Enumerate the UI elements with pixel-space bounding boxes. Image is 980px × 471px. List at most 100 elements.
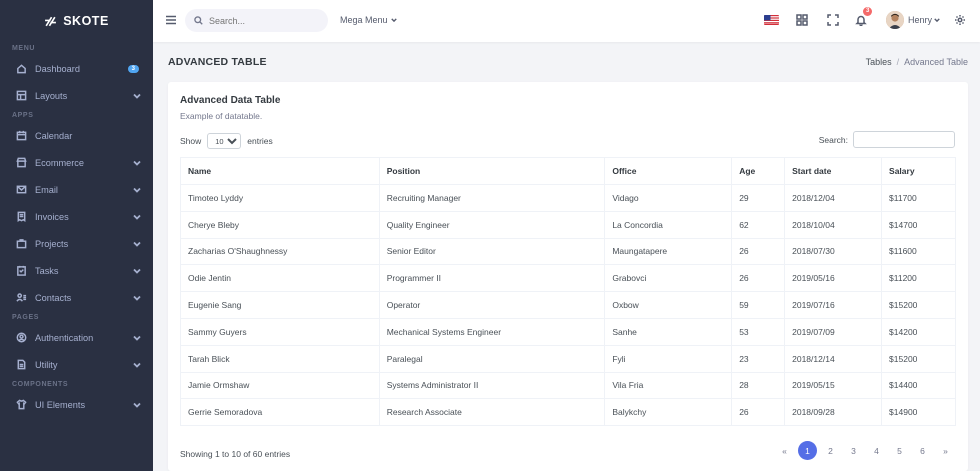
sidebar-item-calendar[interactable]: Calendar (0, 122, 153, 149)
pagination-page[interactable]: 4 (867, 441, 886, 460)
page-title: ADVANCED TABLE (168, 56, 267, 68)
sidebar-item-ui-elements[interactable]: UI Elements (0, 391, 153, 418)
pagination-page[interactable]: 6 (913, 441, 932, 460)
column-header[interactable]: Office (604, 157, 733, 185)
mega-menu-label: Mega Menu (340, 15, 388, 25)
table-cell: Senior Editor (378, 237, 606, 266)
mega-menu-dropdown[interactable]: Mega Menu (340, 15, 397, 25)
search-box[interactable] (185, 9, 328, 32)
pagination-prev[interactable]: « (775, 441, 794, 460)
table-cell: Systems Administrator II (378, 371, 606, 400)
table-cell: $14400 (881, 371, 956, 400)
sidebar-menu: MENU Dashboard 3 Layouts APPS Calendar Ecommer… (0, 42, 153, 418)
pagination-page[interactable]: 1 (798, 441, 817, 460)
apps-grid-icon[interactable] (795, 13, 809, 27)
fullscreen-icon[interactable] (826, 13, 840, 27)
sidebar-item-label: Contacts (35, 292, 72, 303)
sidebar-item-email[interactable]: Email (0, 176, 153, 203)
contacts-icon (16, 292, 27, 303)
user-dropdown[interactable]: Henry (908, 15, 940, 25)
sidebar-item-authentication[interactable]: Authentication (0, 324, 153, 351)
search-input[interactable] (209, 15, 309, 26)
sidebar-section-title: PAGES (12, 314, 39, 321)
sidebar-item-label: Ecommerce (35, 157, 85, 168)
pagination-page[interactable]: 2 (821, 441, 840, 460)
table-cell: $14700 (881, 210, 956, 239)
user-name: Henry (908, 15, 933, 25)
table-cell: Tarah Blick (180, 344, 380, 373)
table-row: Jamie Ormshaw Systems Administrator II Vil… (180, 371, 956, 400)
table-search-input[interactable] (853, 131, 955, 148)
column-header[interactable]: Start date (784, 157, 883, 185)
table-cell: 2019/05/15 (784, 371, 883, 400)
sidebar: SKOTE MENU Dashboard 3 Layouts APPS Calendar E… (0, 0, 153, 471)
table-cell: 53 (731, 317, 786, 346)
table-cell: Sammy Guyers (180, 317, 380, 346)
file-icon (16, 359, 27, 370)
table-cell: Sanhe (604, 317, 733, 346)
sidebar-item-tasks[interactable]: Tasks (0, 257, 153, 284)
column-header[interactable]: Name (180, 157, 380, 185)
table-row: Timoteo Lyddy Recruiting Manager Vidago 29 2… (180, 184, 956, 212)
sidebar-item-projects[interactable]: Projects (0, 230, 153, 257)
table-cell: $15200 (881, 344, 956, 373)
table-cell: Odie Jentin (180, 264, 380, 293)
table-cell: Operator (378, 291, 606, 319)
breadcrumb-tables[interactable]: Tables (866, 57, 892, 67)
entries-label: entries (247, 136, 273, 146)
sidebar-item-dashboard[interactable]: Dashboard 3 (0, 55, 153, 82)
pagination-page[interactable]: 5 (890, 441, 909, 460)
sidebar-item-layouts[interactable]: Layouts (0, 82, 153, 109)
chevron-down-icon (133, 294, 141, 302)
table-cell: Gerrie Semoradova (180, 398, 380, 427)
sidebar-item-label: Dashboard (35, 63, 80, 74)
avatar[interactable] (886, 11, 904, 29)
envelope-icon (16, 184, 27, 195)
chevron-down-icon (934, 18, 940, 23)
column-header[interactable]: Position (378, 157, 606, 185)
table-cell: Vidago (604, 184, 733, 212)
chevron-down-icon (133, 186, 141, 194)
table-cell: Vila Fria (604, 371, 733, 400)
us-flag-icon[interactable] (764, 15, 779, 25)
sidebar-item-label: Tasks (35, 265, 59, 276)
chevron-down-icon (390, 18, 397, 23)
table-cell: Grabovci (604, 264, 733, 293)
pagination-next[interactable]: » (936, 441, 955, 460)
table-cell: Paralegal (378, 344, 606, 373)
table-row: Odie Jentin Programmer II Grabovci 26 2019/0… (180, 264, 956, 293)
search-icon (194, 16, 203, 25)
table-cell: 2018/10/04 (784, 210, 883, 239)
entries-select[interactable]: 10 (207, 133, 242, 149)
sidebar-item-utility[interactable]: Utility (0, 351, 153, 378)
breadcrumb: Tables / Advanced Table (866, 57, 968, 67)
menu-toggle-icon[interactable] (165, 14, 177, 26)
column-header[interactable]: Salary (881, 157, 956, 185)
gear-icon[interactable] (953, 13, 967, 27)
chevron-down-icon (133, 92, 141, 100)
chevron-down-icon (133, 240, 141, 248)
pagination: «1 2 3 4 5 6» (775, 441, 955, 460)
chevron-down-icon (133, 159, 141, 167)
sidebar-item-ecommerce[interactable]: Ecommerce (0, 149, 153, 176)
column-header[interactable]: Age (731, 157, 786, 185)
table-row: Gerrie Semoradova Research Associate Balyk… (180, 398, 956, 427)
table-cell: Maungatapere (604, 237, 733, 266)
user-circle-icon (16, 332, 27, 343)
sidebar-section-title: APPS (12, 112, 34, 119)
pagination-page[interactable]: 3 (844, 441, 863, 460)
sidebar-item-invoices[interactable]: Invoices (0, 203, 153, 230)
data-table: Name Position Office Age Start date Salary Ti… (180, 157, 956, 427)
table-cell: $11600 (881, 237, 956, 266)
table-cell: Programmer II (378, 264, 606, 293)
sidebar-item-contacts[interactable]: Contacts (0, 284, 153, 311)
table-cell: Quality Engineer (378, 210, 606, 239)
table-cell: 2018/09/28 (784, 398, 883, 427)
table-cell: 59 (731, 291, 786, 319)
table-cell: Oxbow (604, 291, 733, 319)
calendar-icon (16, 130, 27, 141)
briefcase-icon (16, 238, 27, 249)
table-cell: $11200 (881, 264, 956, 293)
store-icon (16, 157, 27, 168)
brand-logo[interactable]: SKOTE (0, 0, 153, 42)
